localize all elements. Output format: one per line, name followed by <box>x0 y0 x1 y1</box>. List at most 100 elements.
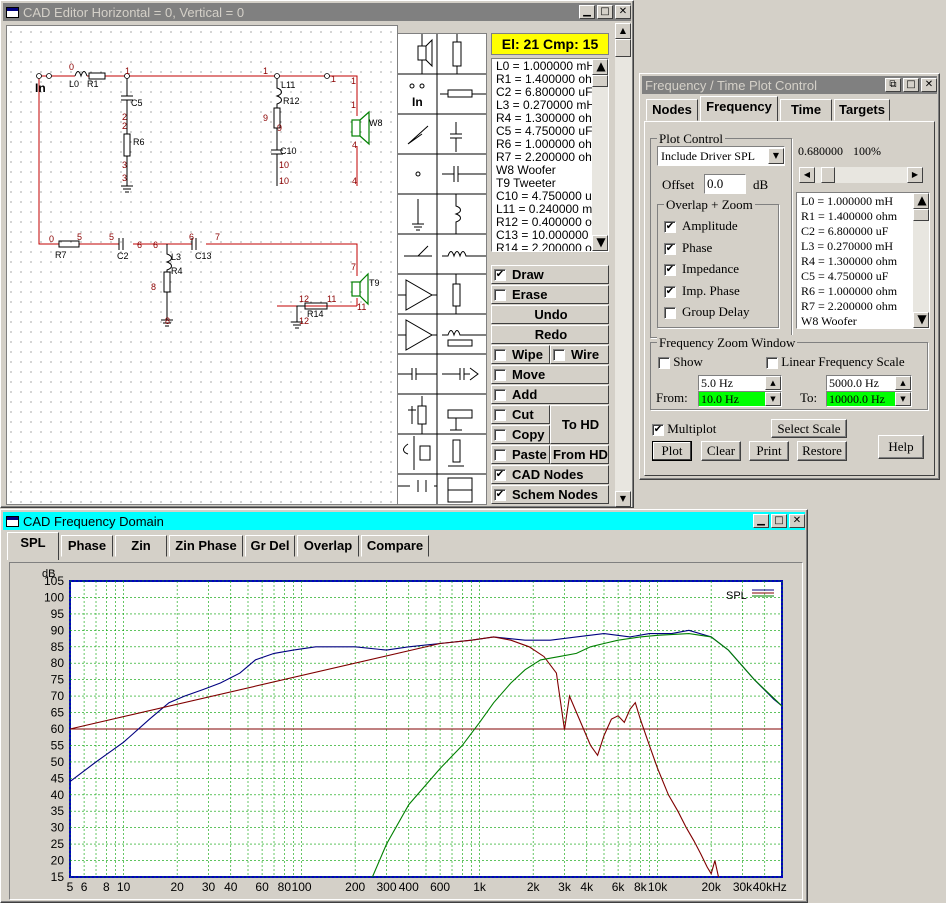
tab-spl[interactable]: SPL <box>7 532 59 560</box>
tab-targets[interactable]: Targets <box>834 99 890 121</box>
cad-editor-scrollbar[interactable]: ▲ ▼ <box>615 23 632 507</box>
scroll-down-button[interactable]: ▼ <box>615 491 631 507</box>
scroll-up-button[interactable]: ▲ <box>615 23 631 39</box>
move-toggle[interactable]: Move <box>491 365 609 384</box>
minimize-button[interactable]: ▁ <box>579 5 595 19</box>
overlay-checkbox[interactable]: ✔ <box>664 264 676 277</box>
plot-list-item[interactable]: R1 = 1.400000 ohm <box>799 209 929 224</box>
frequency-domain-titlebar[interactable]: CAD Frequency Domain ▁ □ ✕ <box>3 512 805 530</box>
close-button[interactable]: ✕ <box>921 78 937 92</box>
close-button[interactable]: ✕ <box>789 514 805 528</box>
cad-editor-titlebar[interactable]: CAD Editor Horizontal = 0, Vertical = 0 … <box>3 3 631 21</box>
restore-down-button[interactable]: ⧉ <box>885 78 901 92</box>
wire-toggle[interactable]: Wire <box>550 345 609 364</box>
scroll-thumb[interactable] <box>592 75 608 87</box>
copy-toggle[interactable]: Copy <box>491 425 550 444</box>
spin-down-button[interactable]: ▼ <box>765 392 781 406</box>
schem-nodes-checkbox[interactable]: ✔ <box>494 488 506 501</box>
plot-list-item[interactable]: W8 Woofer <box>799 314 929 328</box>
tab-zin[interactable]: Zin <box>115 535 167 557</box>
scroll-thumb[interactable] <box>913 209 929 221</box>
plot-list-item[interactable]: R7 = 2.200000 ohm <box>799 299 929 314</box>
chevron-down-icon[interactable]: ▼ <box>768 148 784 164</box>
tab-frequency[interactable]: Frequency <box>700 96 778 122</box>
cad-nodes-toggle[interactable]: ✔ CAD Nodes <box>491 465 609 484</box>
from-min-input[interactable]: 5.0 Hz ▲ <box>698 375 782 391</box>
minimize-button[interactable]: ▁ <box>753 514 769 528</box>
add-checkbox[interactable] <box>494 388 506 401</box>
maximize-button[interactable]: □ <box>903 78 919 92</box>
include-select[interactable]: Include Driver SPL ▼ <box>657 146 785 166</box>
multiplot-checkbox[interactable]: ✔ <box>652 424 664 437</box>
slider-right-button[interactable]: ▶ <box>907 167 923 183</box>
tab-phase[interactable]: Phase <box>61 535 113 557</box>
schem-nodes-toggle[interactable]: ✔ Schem Nodes <box>491 485 609 504</box>
schematic-canvas[interactable]: In L0 R1 C5 R6 L11 R12 C10 W8 R7 C2 L3 R… <box>6 25 398 505</box>
print-button[interactable]: Print <box>749 441 789 461</box>
spin-up-button[interactable]: ▲ <box>765 376 781 390</box>
component-list-scrollbar[interactable]: ▲ ▼ <box>592 59 608 251</box>
to-min-input[interactable]: 5000.0 Hz ▲ <box>826 375 912 391</box>
linear-scale-checkbox[interactable] <box>766 357 778 370</box>
restore-button[interactable]: Restore <box>797 441 847 461</box>
overlay-checkbox[interactable]: ✔ <box>664 242 676 255</box>
cad-nodes-checkbox[interactable]: ✔ <box>494 468 506 481</box>
redo-button[interactable]: Redo <box>491 325 609 344</box>
overlay-phase-toggle[interactable]: ✔ Phase <box>664 240 712 256</box>
plot-list-item[interactable]: R6 = 1.000000 ohm <box>799 284 929 299</box>
cut-toggle[interactable]: Cut <box>491 405 550 424</box>
to-hd-button[interactable]: To HD <box>550 405 609 444</box>
slider-left-button[interactable]: ◀ <box>799 167 815 183</box>
move-checkbox[interactable] <box>494 368 506 381</box>
overlay-checkbox[interactable]: ✔ <box>664 285 676 298</box>
component-list-item[interactable]: R14 = 2.200000 ohm <box>494 242 608 252</box>
close-button[interactable]: ✕ <box>615 5 631 19</box>
clear-button[interactable]: Clear <box>701 441 741 461</box>
draw-checkbox[interactable]: ✔ <box>494 268 506 281</box>
tab-time[interactable]: Time <box>780 99 832 121</box>
overlay-checkbox[interactable]: ✔ <box>664 221 676 234</box>
erase-checkbox[interactable] <box>494 288 506 301</box>
undo-button[interactable]: Undo <box>491 305 609 324</box>
overlay-checkbox[interactable] <box>664 307 676 320</box>
help-button[interactable]: Help <box>878 435 924 459</box>
scroll-down-button[interactable]: ▼ <box>913 312 929 328</box>
erase-toggle[interactable]: Erase <box>491 285 609 304</box>
overlay-impedance-toggle[interactable]: ✔ Impedance <box>664 261 739 277</box>
maximize-button[interactable]: □ <box>771 514 787 528</box>
add-toggle[interactable]: Add <box>491 385 609 404</box>
plot-list-item[interactable]: C2 = 6.800000 uF <box>799 224 929 239</box>
show-checkbox[interactable] <box>658 357 670 370</box>
wire-checkbox[interactable] <box>553 348 565 361</box>
plot-list-item[interactable]: L3 = 0.270000 mH <box>799 239 929 254</box>
maximize-button[interactable]: □ <box>597 5 613 19</box>
copy-checkbox[interactable] <box>494 428 506 441</box>
tab-gr-del[interactable]: Gr Del <box>245 535 295 557</box>
plot-list-item[interactable]: L0 = 1.000000 mH <box>799 194 929 209</box>
wipe-checkbox[interactable] <box>494 348 506 361</box>
plot-component-list[interactable]: L0 = 1.000000 mH R1 = 1.400000 ohm C2 = 6.… <box>796 192 930 329</box>
plot-control-titlebar[interactable]: Frequency / Time Plot Control ⧉ □ ✕ <box>642 76 937 94</box>
from-max-input[interactable]: 10.0 Hz ▼ <box>698 391 782 407</box>
tab-overlap[interactable]: Overlap <box>297 535 359 557</box>
component-list[interactable]: L0 = 1.000000 mH R1 = 1.400000 ohm C2 = 6.… <box>491 58 609 252</box>
tab-nodes[interactable]: Nodes <box>646 99 698 121</box>
cut-checkbox[interactable] <box>494 408 506 421</box>
show-toggle[interactable]: Show <box>658 354 703 370</box>
plot-list-item[interactable]: R4 = 1.300000 ohm <box>799 254 929 269</box>
draw-toggle[interactable]: ✔ Draw <box>491 265 609 284</box>
paste-toggle[interactable]: Paste <box>491 445 550 464</box>
overlay-imp-phase-toggle[interactable]: ✔ Imp. Phase <box>664 283 740 299</box>
tab-zin-phase[interactable]: Zin Phase <box>169 535 243 557</box>
linear-scale-toggle[interactable]: Linear Frequency Scale <box>766 354 905 370</box>
spin-down-button[interactable]: ▼ <box>895 392 911 406</box>
paste-checkbox[interactable] <box>494 448 506 461</box>
wipe-toggle[interactable]: Wipe <box>491 345 550 364</box>
scroll-thumb[interactable] <box>615 39 631 57</box>
spin-up-button[interactable]: ▲ <box>895 376 911 390</box>
from-hd-button[interactable]: From HD <box>550 445 609 464</box>
multiplot-toggle[interactable]: ✔ Multiplot <box>652 421 716 437</box>
overlay-amplitude-toggle[interactable]: ✔ Amplitude <box>664 218 738 234</box>
offset-input[interactable]: 0.0 <box>704 174 746 194</box>
slider-thumb[interactable] <box>821 167 835 183</box>
